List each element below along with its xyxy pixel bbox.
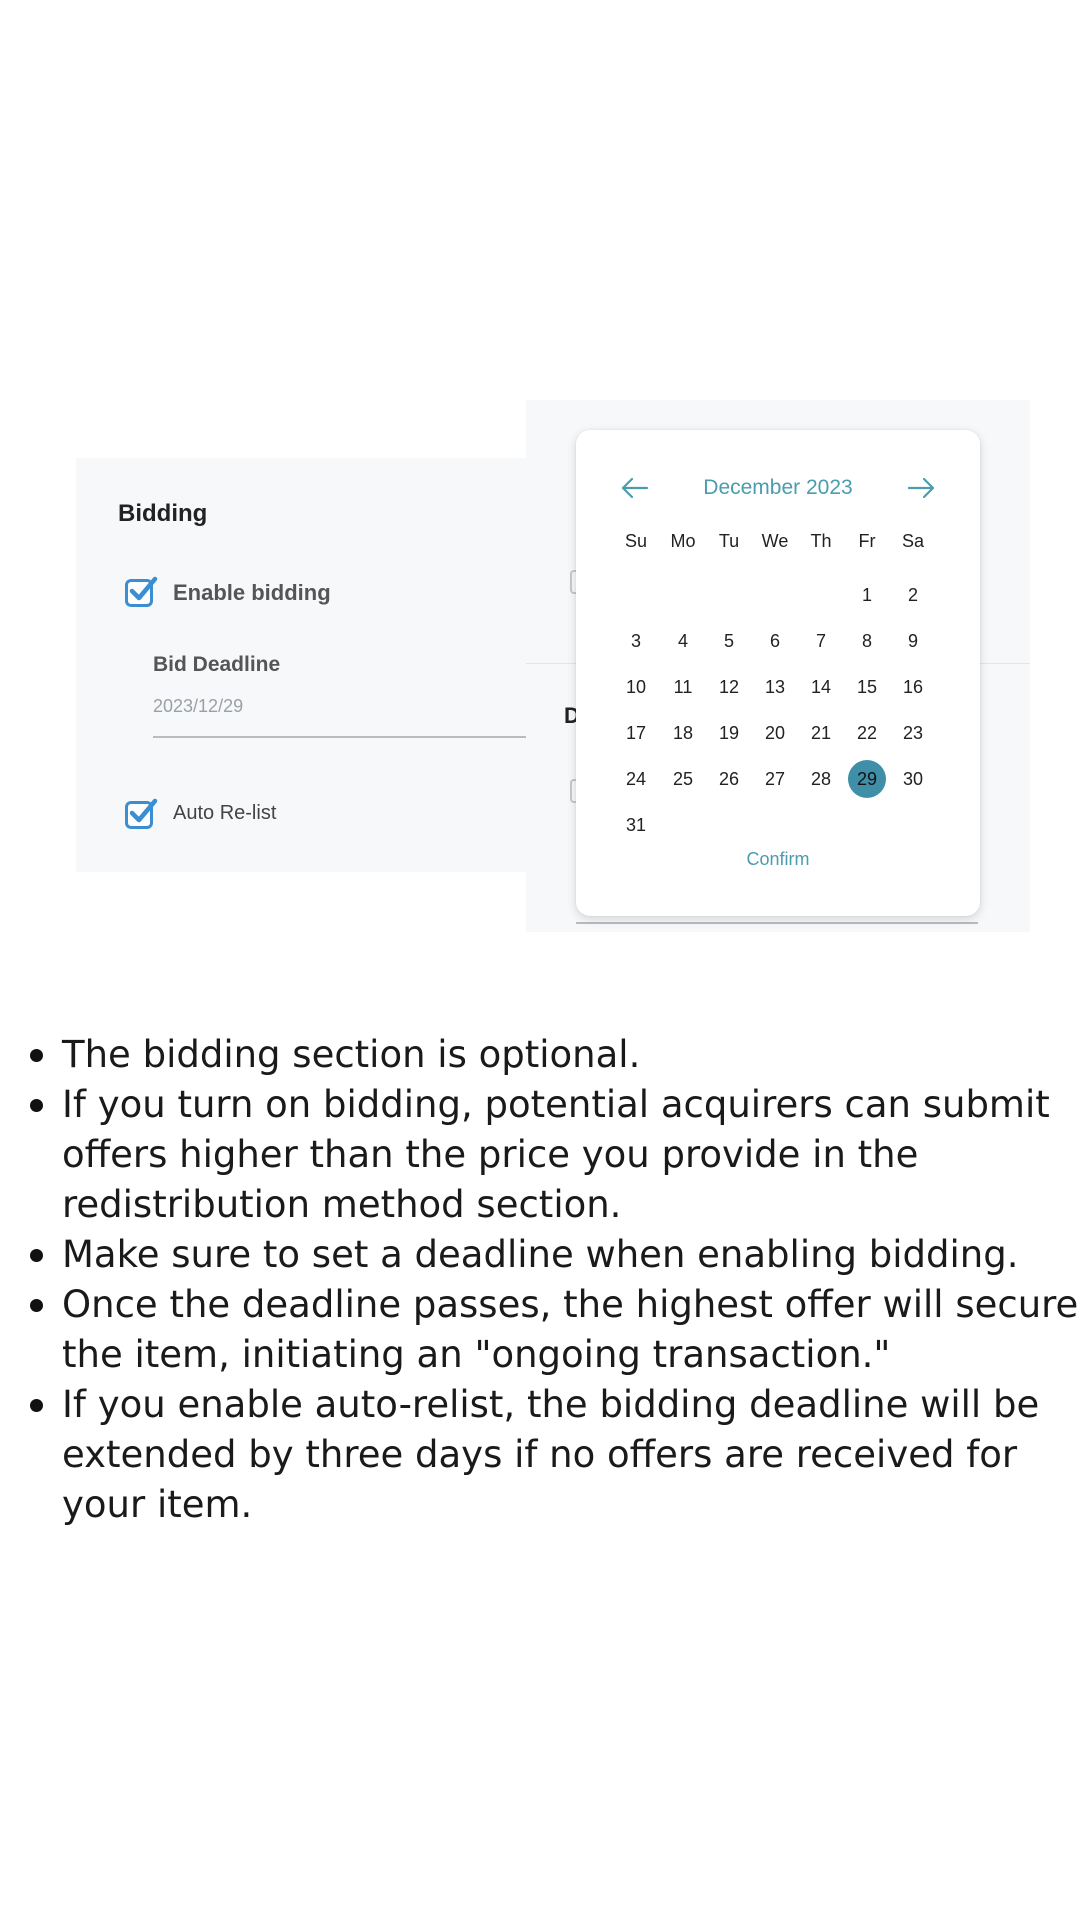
calendar-day[interactable]: 10: [617, 668, 655, 706]
note-item: Make sure to set a deadline when enablin…: [26, 1230, 1080, 1280]
calendar-day[interactable]: 2: [894, 576, 932, 614]
auto-relist-label[interactable]: Auto Re-list: [173, 802, 276, 825]
calendar-day[interactable]: 22: [848, 714, 886, 752]
note-text: If you enable auto-relist, the bidding d…: [62, 1383, 1040, 1526]
calendar-day[interactable]: 11: [664, 668, 702, 706]
calendar-day[interactable]: 25: [664, 760, 702, 798]
calendar-day[interactable]: 16: [894, 668, 932, 706]
note-text: If you turn on bidding, potential acquir…: [62, 1083, 1050, 1226]
weekday-label: Mo: [670, 531, 696, 551]
weekday-label: We: [761, 531, 789, 551]
enable-bidding-label[interactable]: Enable bidding: [173, 580, 331, 606]
bullet-icon: [30, 1049, 43, 1062]
notes-list: The bidding section is optional. If you t…: [26, 1030, 1080, 1530]
calendar-day[interactable]: 5: [710, 622, 748, 660]
note-item: If you enable auto-relist, the bidding d…: [26, 1380, 1080, 1530]
bidding-panel: Bidding Enable bidding Bid Deadline 2023…: [76, 458, 526, 872]
weekday-label: Su: [624, 531, 648, 551]
calendar-day[interactable]: 27: [756, 760, 794, 798]
note-item: Once the deadline passes, the highest of…: [26, 1280, 1080, 1380]
check-icon: [129, 798, 158, 823]
bid-deadline-label: Bid Deadline: [153, 653, 281, 676]
confirm-button[interactable]: Confirm: [576, 849, 980, 870]
calendar-day[interactable]: 15: [848, 668, 886, 706]
calendar-day[interactable]: 28: [802, 760, 840, 798]
calendar-day[interactable]: 6: [756, 622, 794, 660]
bid-deadline-underline: [153, 736, 526, 738]
calendar-day[interactable]: 7: [802, 622, 840, 660]
weekday-label: Tu: [718, 531, 740, 551]
selected-day[interactable]: 29: [848, 760, 886, 798]
bullet-icon: [30, 1249, 43, 1262]
calendar-day[interactable]: 8: [848, 622, 886, 660]
note-text: Make sure to set a deadline when enablin…: [62, 1233, 1019, 1276]
calendar-day[interactable]: 20: [756, 714, 794, 752]
weekday-label: Fr: [858, 531, 876, 551]
note-text: The bidding section is optional.: [62, 1033, 641, 1076]
bullet-icon: [30, 1099, 43, 1112]
note-text: Once the deadline passes, the highest of…: [62, 1283, 1079, 1376]
bullet-icon: [30, 1299, 43, 1312]
bidding-title: Bidding: [118, 500, 208, 527]
calendar-day[interactable]: 13: [756, 668, 794, 706]
arrow-right-icon[interactable]: [906, 474, 936, 502]
bullet-icon: [30, 1399, 43, 1412]
calendar-day[interactable]: 1: [848, 576, 886, 614]
calendar-day[interactable]: 19: [710, 714, 748, 752]
bid-deadline-field[interactable]: 2023/12/29: [153, 696, 243, 717]
enable-bidding-checkbox[interactable]: [125, 576, 158, 607]
calendar-day[interactable]: 26: [710, 760, 748, 798]
calendar-day[interactable]: 21: [802, 714, 840, 752]
calendar-day[interactable]: 9: [894, 622, 932, 660]
calendar-day[interactable]: 18: [664, 714, 702, 752]
calendar-day[interactable]: 4: [664, 622, 702, 660]
note-item: The bidding section is optional.: [26, 1030, 1080, 1080]
weekday-label: Th: [810, 531, 832, 551]
calendar-day[interactable]: 31: [617, 806, 655, 844]
date-picker: December 2023 Su Mo Tu We Th Fr Sa 1 2 3 4 5 6 7 8 9 10…: [576, 430, 980, 916]
calendar-day[interactable]: 23: [894, 714, 932, 752]
auto-relist-checkbox[interactable]: [125, 798, 158, 829]
calendar-day[interactable]: 3: [617, 622, 655, 660]
calendar-day[interactable]: 14: [802, 668, 840, 706]
calendar-day[interactable]: 24: [617, 760, 655, 798]
check-icon: [129, 576, 158, 601]
calendar-day[interactable]: 12: [710, 668, 748, 706]
calendar-day[interactable]: 30: [894, 760, 932, 798]
weekday-label: Sa: [901, 531, 925, 551]
calendar-day[interactable]: 17: [617, 714, 655, 752]
partial-underline: [576, 922, 978, 924]
note-item: If you turn on bidding, potential acquir…: [26, 1080, 1080, 1230]
